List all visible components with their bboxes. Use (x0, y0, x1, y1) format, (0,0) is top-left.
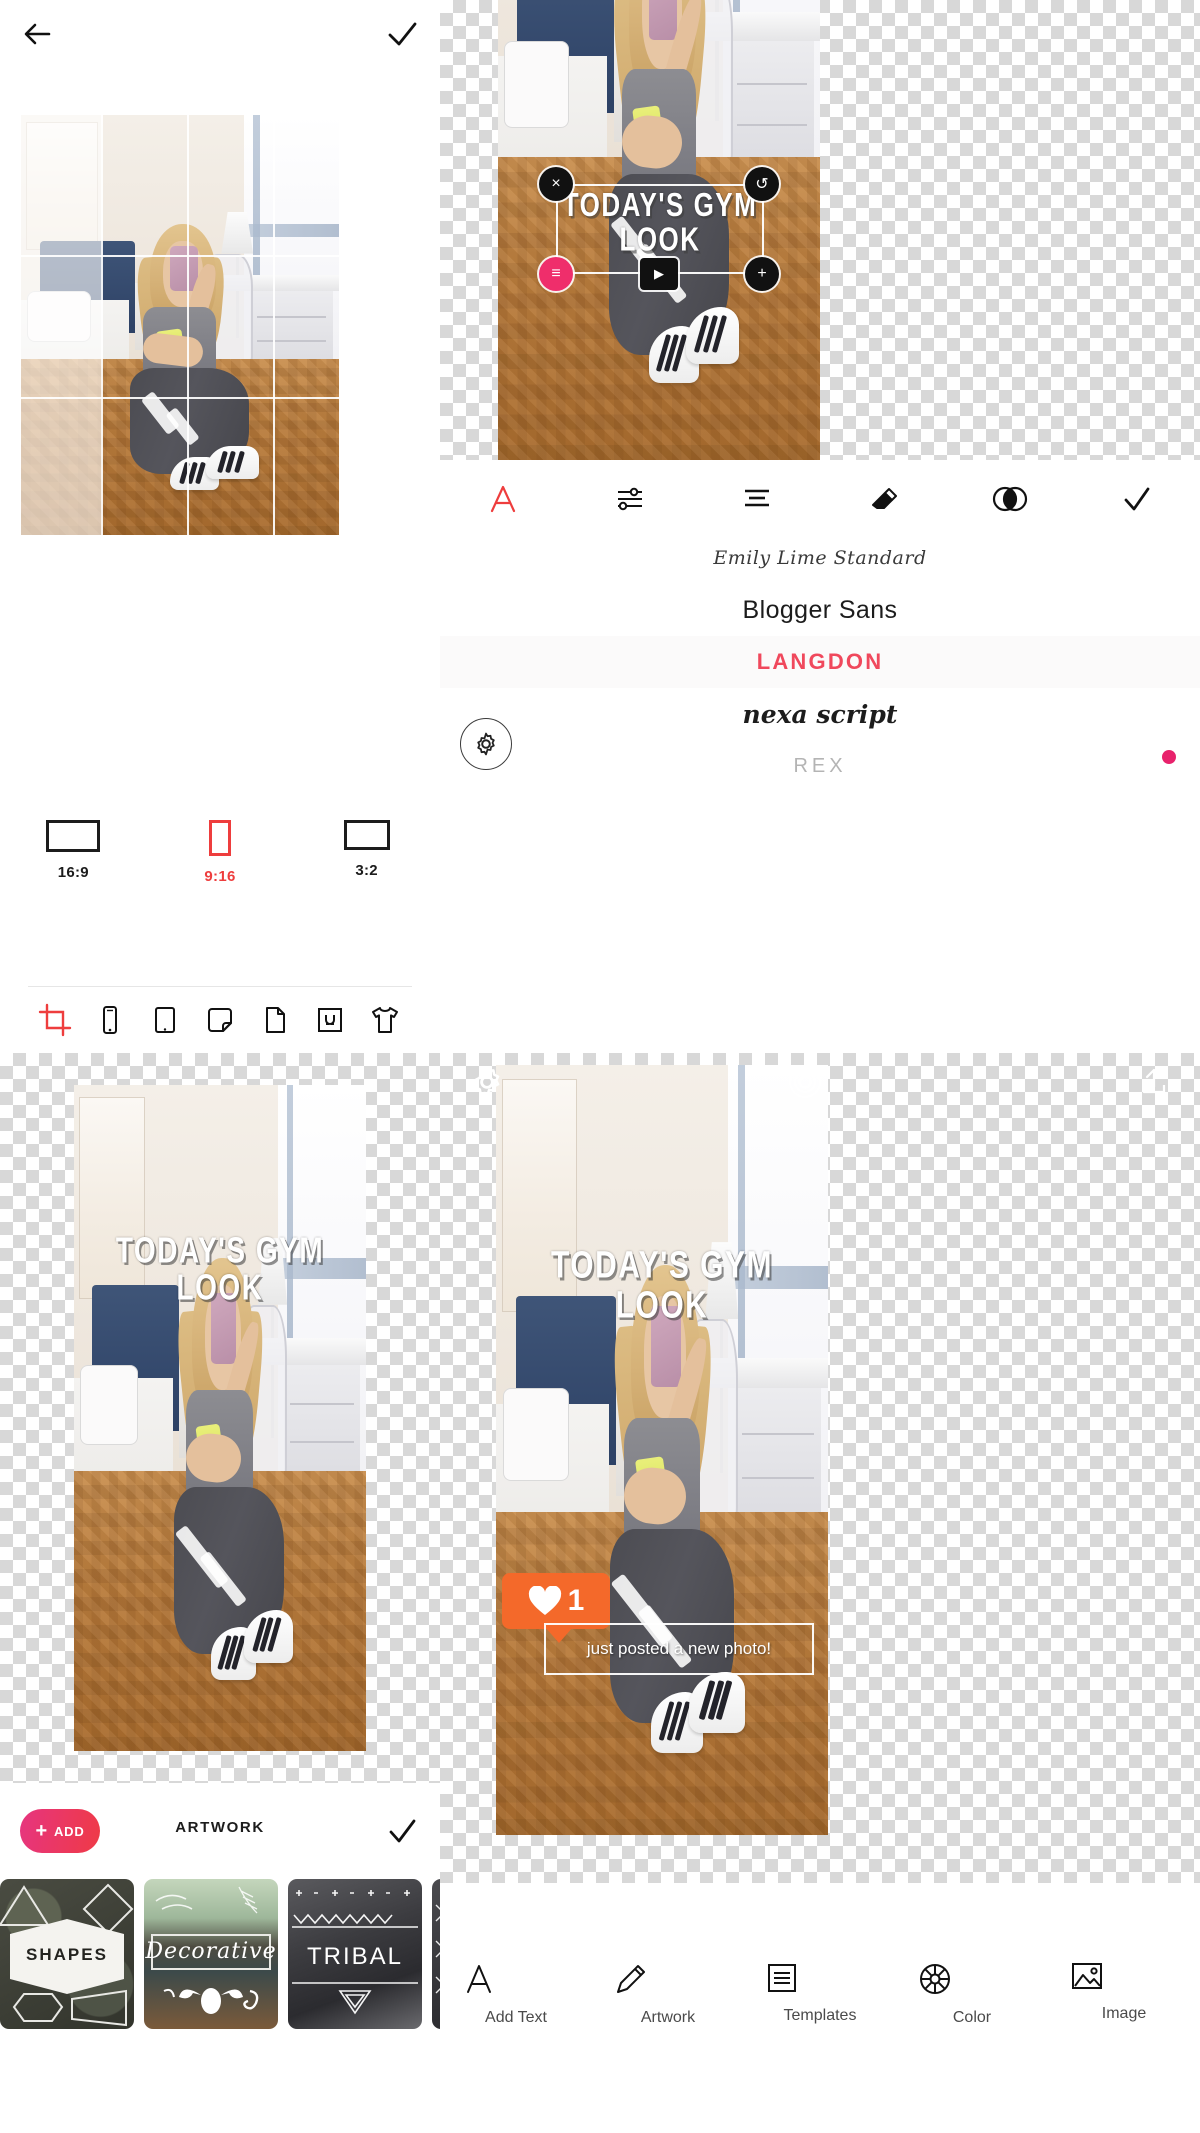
crop-screen: 16:9 9:16 3:2 (0, 0, 440, 1053)
font-option-emily-lime-standard[interactable]: Emily Lime Standard (440, 532, 1200, 584)
artwork-pack-decorative[interactable]: Decorative (144, 1879, 278, 2029)
page-icon[interactable] (247, 1005, 302, 1035)
magnet-icon[interactable] (302, 1005, 357, 1035)
artwork-pack-tribal[interactable]: TRIBAL (288, 1879, 422, 2029)
overlay-text-line-1: TODAY'S GYM (115, 1230, 325, 1271)
ratio-label: 3:2 (355, 862, 378, 879)
phone-icon[interactable] (83, 1005, 138, 1035)
letter-a-icon (467, 1965, 491, 1993)
add-handle[interactable]: + (745, 257, 779, 291)
ratio-label: 16:9 (57, 864, 89, 881)
posted-caption-box[interactable]: just posted a new photo! (544, 1623, 814, 1675)
gear-icon[interactable] (460, 718, 512, 770)
preview-top-controls (440, 1053, 1200, 1115)
nav-label: Templates (783, 2007, 857, 2024)
shutter-icon[interactable] (788, 1065, 822, 1099)
text-editor-canvas[interactable]: TODAY'S GYM LOOK × ↺ ≡ + ▶ (440, 0, 1200, 460)
artwork-screen: TODAY'S GYM LOOK + ADD ARTWORK SHAPES De… (0, 1053, 462, 2133)
share-icon[interactable] (1138, 1065, 1170, 1097)
font-option-langdon[interactable]: LANGDON (440, 636, 1200, 688)
style-handle[interactable]: ≡ (539, 257, 573, 291)
ratio-label: 9:16 (204, 868, 236, 885)
image-icon (1072, 1963, 1102, 1989)
artwork-canvas[interactable]: TODAY'S GYM LOOK (0, 1053, 440, 1783)
overlay-text-line-2: LOOK (176, 1266, 264, 1307)
overlay-text[interactable]: TODAY'S GYM LOOK (496, 1244, 828, 1326)
preview-bottom-nav: Add Text Artwork Templates Color Image (440, 1933, 1200, 2133)
gear-icon[interactable] (470, 1065, 504, 1099)
color-wheel-icon (920, 1964, 950, 1994)
final-photo[interactable]: TODAY'S GYM LOOK 1 just posted a new pho… (496, 1065, 828, 1835)
nav-label: Add Text (485, 2009, 547, 2026)
text-editor-screen: TODAY'S GYM LOOK × ↺ ≡ + ▶ Emily Lime St… (440, 0, 1200, 1053)
play-handle[interactable]: ▶ (640, 258, 678, 290)
font-option-rex[interactable]: REX (440, 740, 1200, 792)
nav-color[interactable]: Color (917, 1961, 1027, 2027)
nav-label: Color (952, 2009, 992, 2026)
like-count: 1 (567, 1584, 585, 1617)
pack-label: SHAPES (26, 1945, 108, 1964)
overlay-text-line-1: TODAY'S GYM (550, 1244, 774, 1287)
artwork-action-bar: + ADD ARTWORK (0, 1783, 440, 1883)
confirm-icon[interactable] (1073, 482, 1200, 516)
nav-image[interactable]: Image (1069, 1961, 1179, 2023)
like-badge[interactable]: 1 (502, 1573, 610, 1643)
overlay-text-line-2: LOOK (615, 1283, 709, 1326)
nav-artwork[interactable]: Artwork (613, 1961, 723, 2027)
crop-screen-navbar (0, 0, 440, 72)
nav-label: Artwork (640, 2009, 696, 2026)
ratio-option-3-2[interactable]: 3:2 (293, 820, 440, 885)
edited-photo[interactable]: TODAY'S GYM LOOK (74, 1085, 366, 1751)
rotate-handle[interactable]: ↺ (745, 167, 779, 201)
pack-label: Decorative (145, 1939, 277, 1964)
tshirt-icon[interactable] (357, 1005, 412, 1035)
check-icon[interactable] (386, 1815, 418, 1847)
overlay-text[interactable]: TODAY'S GYM LOOK (74, 1230, 366, 1307)
sliders-icon[interactable] (567, 483, 694, 515)
nav-add-text[interactable]: Add Text (461, 1961, 571, 2027)
crop-tools-toolbar (28, 986, 412, 1052)
eraser-icon[interactable] (820, 483, 947, 515)
app-screenshot-collage: 16:9 9:16 3:2 TODAY'S GYM LOOK × ↺ ≡ + ▶… (0, 0, 1200, 2133)
ratio-option-16-9[interactable]: 16:9 (0, 820, 147, 885)
align-icon[interactable] (693, 485, 820, 513)
heart-icon (528, 1586, 561, 1615)
record-dot-indicator[interactable] (1162, 750, 1176, 764)
aspect-ratio-selector: 16:9 9:16 3:2 (0, 820, 440, 885)
font-option-blogger-sans[interactable]: Blogger Sans (440, 584, 1200, 636)
sticker-icon[interactable] (193, 1004, 248, 1036)
page-title: ARTWORK (175, 1819, 265, 1836)
nav-label: Image (1101, 2005, 1147, 2022)
crop-icon[interactable] (28, 1003, 83, 1037)
preview-canvas[interactable]: TODAY'S GYM LOOK 1 just posted a new pho… (440, 1053, 1200, 1883)
check-icon[interactable] (382, 14, 422, 54)
arrow-left-icon[interactable] (18, 14, 58, 54)
nav-templates[interactable]: Templates (765, 1961, 875, 2025)
tablet-icon[interactable] (138, 1005, 193, 1035)
overlay-text-line-2: LOOK (619, 219, 701, 258)
pack-label: TRIBAL (306, 1943, 404, 1970)
ratio-option-9-16[interactable]: 9:16 (147, 820, 294, 885)
opacity-icon[interactable] (947, 485, 1074, 513)
font-option-nexa-script[interactable]: nexa script (440, 688, 1200, 740)
font-icon[interactable] (440, 482, 567, 516)
overlay-text[interactable]: TODAY'S GYM LOOK (556, 188, 764, 256)
artwork-pack-shapes[interactable]: SHAPES (0, 1879, 134, 2029)
posted-caption-text: just posted a new photo! (586, 1639, 772, 1658)
font-list: Emily Lime Standard Blogger Sans LANGDON… (440, 532, 1200, 792)
delete-handle[interactable]: × (539, 167, 573, 201)
pencil-icon (617, 1965, 645, 1993)
list-icon (768, 1964, 796, 1992)
crop-preview[interactable] (21, 115, 339, 535)
text-toolbar (440, 466, 1200, 532)
preview-screen: TODAY'S GYM LOOK 1 just posted a new pho… (440, 1053, 1200, 2133)
artwork-pack-list[interactable]: SHAPES Decorative TRIBAL (0, 1879, 462, 2039)
overlay-text-line-1: TODAY'S GYM (562, 185, 758, 224)
